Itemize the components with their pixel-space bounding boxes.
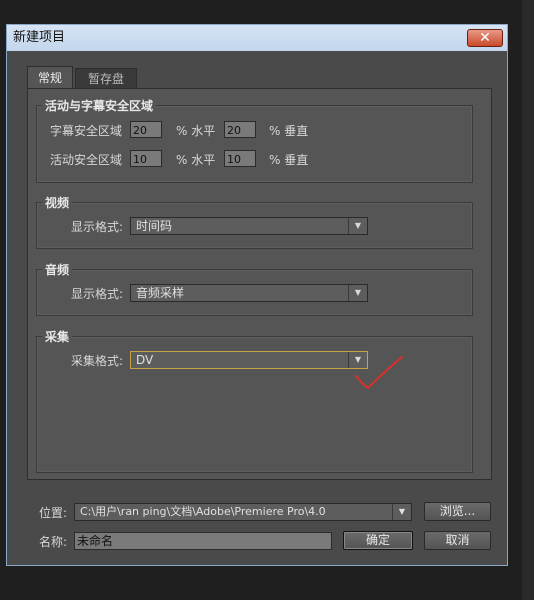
audio-legend: 音频 <box>42 261 73 278</box>
action-safe-horizontal-input[interactable]: 10 <box>130 150 162 167</box>
capture-format-select[interactable]: DV ▼ <box>130 351 368 369</box>
tab-scratch-disks[interactable]: 暂存盘 <box>75 68 137 88</box>
video-legend: 视频 <box>42 194 73 211</box>
audio-display-format-value: 音频采样 <box>136 286 185 300</box>
action-safe-horizontal-unit: % 水平 <box>176 153 216 167</box>
chevron-down-icon: ▼ <box>348 218 367 234</box>
chevron-down-icon: ▼ <box>392 504 411 520</box>
close-icon: ✕ <box>479 30 491 46</box>
cancel-button[interactable]: 取消 <box>424 531 491 550</box>
name-label: 名称: <box>39 535 68 549</box>
capture-format-value: DV <box>136 353 154 367</box>
dialog-titlebar: 新建项目 <box>7 25 507 51</box>
action-safe-vertical-unit: % 垂直 <box>269 153 309 167</box>
location-value: C:\用户\ran ping\文档\Adobe\Premiere Pro\4.0 <box>80 505 326 518</box>
capture-format-label: 采集格式: <box>71 354 124 368</box>
video-display-format-label: 显示格式: <box>71 220 124 234</box>
capture-legend: 采集 <box>42 328 73 345</box>
safe-area-group <box>36 105 473 183</box>
video-display-format-value: 时间码 <box>136 219 173 233</box>
title-safe-label: 字幕安全区域 <box>50 124 123 138</box>
location-label: 位置: <box>39 506 68 520</box>
close-button[interactable]: ✕ <box>467 29 503 47</box>
location-select[interactable]: C:\用户\ran ping\文档\Adobe\Premiere Pro\4.0… <box>74 503 412 521</box>
dialog-title: 新建项目 <box>13 30 66 45</box>
audio-display-format-select[interactable]: 音频采样 ▼ <box>130 284 368 302</box>
title-safe-horizontal-unit: % 水平 <box>176 124 216 138</box>
title-safe-horizontal-input[interactable]: 20 <box>130 121 162 138</box>
action-safe-vertical-input[interactable]: 10 <box>224 150 256 167</box>
tab-general[interactable]: 常规 <box>27 66 73 88</box>
video-display-format-select[interactable]: 时间码 ▼ <box>130 217 368 235</box>
title-safe-vertical-input[interactable]: 20 <box>224 121 256 138</box>
safe-area-legend: 活动与字幕安全区域 <box>42 97 157 114</box>
title-safe-vertical-unit: % 垂直 <box>269 124 309 138</box>
audio-display-format-label: 显示格式: <box>71 287 124 301</box>
red-checkmark-annotation <box>355 356 403 390</box>
ok-button[interactable]: 确定 <box>343 531 413 550</box>
action-safe-label: 活动安全区域 <box>50 153 123 167</box>
background-strip <box>522 0 534 600</box>
project-name-input[interactable]: 未命名 <box>74 532 332 550</box>
chevron-down-icon: ▼ <box>348 285 367 301</box>
browse-button[interactable]: 浏览... <box>424 502 491 521</box>
